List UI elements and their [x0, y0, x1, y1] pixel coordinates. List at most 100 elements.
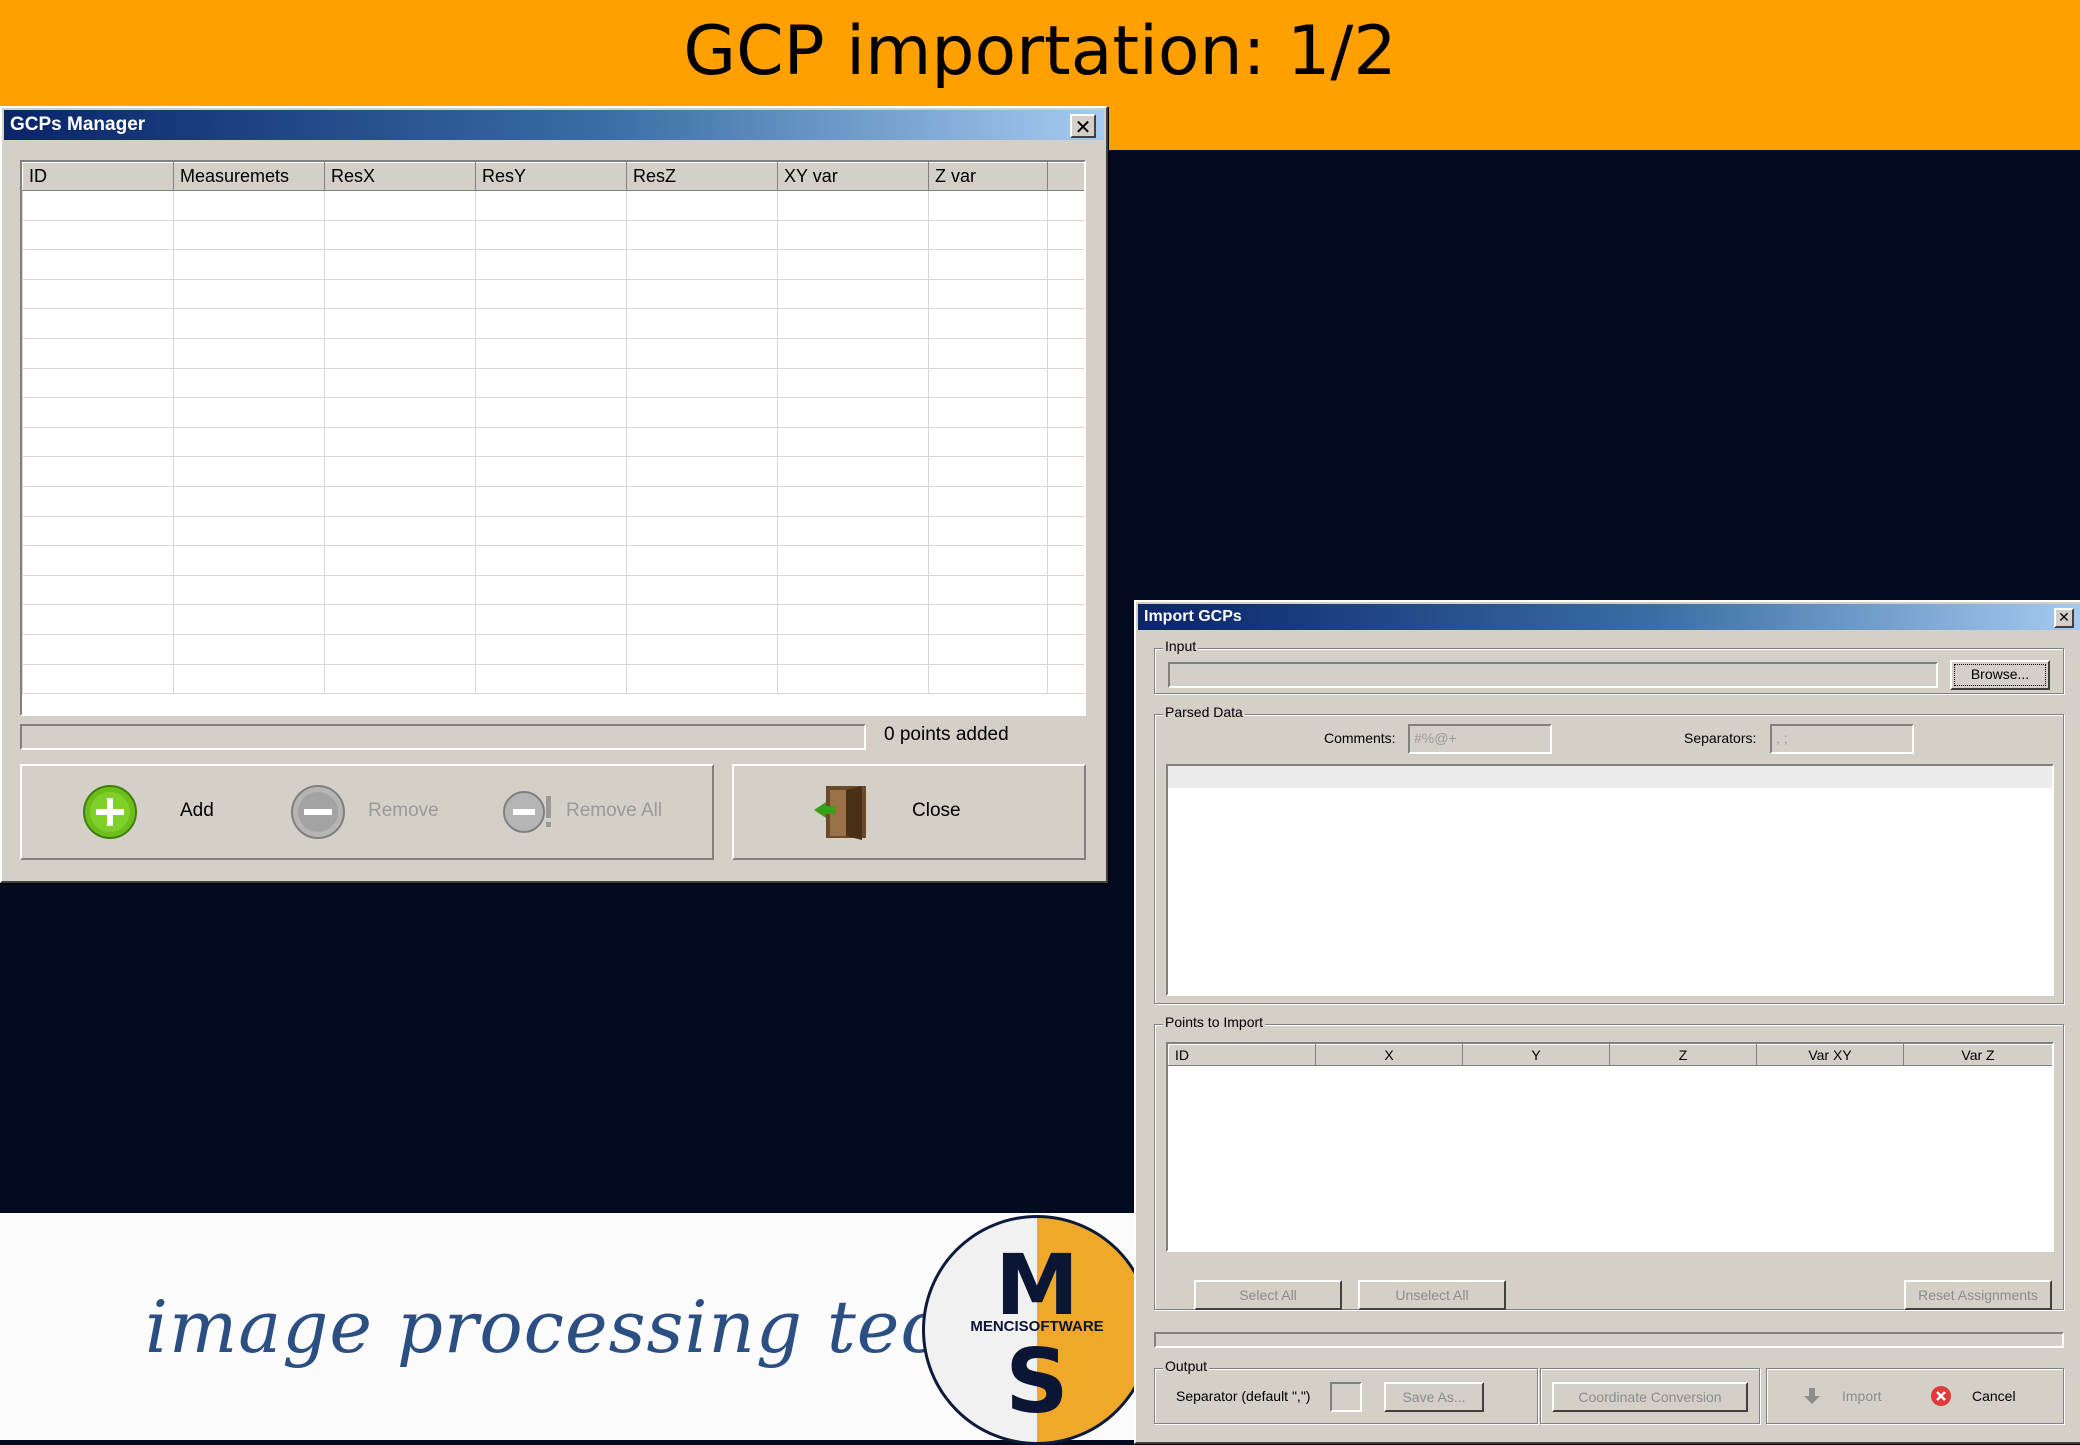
- table-cell[interactable]: [475, 574, 627, 606]
- table-cell[interactable]: [1047, 663, 1084, 695]
- table-cell[interactable]: [173, 190, 325, 221]
- table-cell[interactable]: [928, 249, 1048, 280]
- table-cell[interactable]: [173, 426, 325, 458]
- table-cell[interactable]: [324, 308, 476, 339]
- table-cell[interactable]: [928, 190, 1048, 221]
- table-cell[interactable]: [626, 515, 778, 547]
- table-row[interactable]: [22, 456, 1084, 487]
- table-cell[interactable]: [928, 337, 1048, 369]
- cancel-button[interactable]: Cancel: [1926, 1382, 2036, 1412]
- points-column-x[interactable]: X: [1315, 1044, 1463, 1066]
- table-cell[interactable]: [475, 604, 627, 635]
- table-cell[interactable]: [928, 367, 1048, 399]
- table-cell[interactable]: [173, 604, 325, 635]
- reset-assignments-button[interactable]: Reset Assignments: [1904, 1280, 2052, 1310]
- table-cell[interactable]: [324, 545, 476, 576]
- table-cell[interactable]: [1047, 456, 1084, 487]
- table-cell[interactable]: [173, 278, 325, 310]
- select-all-button[interactable]: Select All: [1194, 1280, 1342, 1310]
- table-cell[interactable]: [173, 397, 325, 428]
- table-cell[interactable]: [475, 663, 627, 695]
- points-column-var-xy[interactable]: Var XY: [1756, 1044, 1904, 1066]
- table-cell[interactable]: [626, 633, 778, 665]
- table-cell[interactable]: [22, 190, 174, 221]
- table-cell[interactable]: [777, 426, 929, 458]
- table-cell[interactable]: [475, 397, 627, 428]
- table-cell[interactable]: [777, 574, 929, 606]
- unselect-all-button[interactable]: Unselect All: [1358, 1280, 1506, 1310]
- points-table[interactable]: ID X Y Z Var XY Var Z: [1166, 1042, 2054, 1252]
- points-column-id[interactable]: ID: [1168, 1044, 1316, 1066]
- table-cell[interactable]: [324, 633, 476, 665]
- gcps-manager-titlebar[interactable]: GCPs Manager: [4, 110, 1104, 140]
- table-cell[interactable]: [324, 278, 476, 310]
- table-cell[interactable]: [1047, 219, 1084, 251]
- table-cell[interactable]: [324, 574, 476, 606]
- column-header-resy[interactable]: ResY: [475, 162, 627, 191]
- table-row[interactable]: [22, 308, 1084, 339]
- table-cell[interactable]: [475, 633, 627, 665]
- table-cell[interactable]: [324, 456, 476, 487]
- table-cell[interactable]: [22, 219, 174, 251]
- table-row[interactable]: [22, 278, 1084, 310]
- table-cell[interactable]: [928, 397, 1048, 428]
- table-cell[interactable]: [626, 397, 778, 428]
- table-cell[interactable]: [22, 367, 174, 399]
- table-cell[interactable]: [22, 545, 174, 576]
- table-cell[interactable]: [173, 545, 325, 576]
- column-header-z-var[interactable]: Z var: [928, 162, 1048, 191]
- table-cell[interactable]: [626, 367, 778, 399]
- table-cell[interactable]: [928, 604, 1048, 635]
- close-icon[interactable]: ✕: [1070, 114, 1096, 138]
- remove-all-button[interactable]: Remove All: [502, 782, 692, 842]
- table-cell[interactable]: [324, 249, 476, 280]
- table-cell[interactable]: [928, 219, 1048, 251]
- table-cell[interactable]: [173, 663, 325, 695]
- table-cell[interactable]: [324, 190, 476, 221]
- table-cell[interactable]: [1047, 367, 1084, 399]
- coordinate-conversion-button[interactable]: Coordinate Conversion: [1552, 1382, 1748, 1412]
- table-cell[interactable]: [324, 485, 476, 517]
- table-cell[interactable]: [324, 367, 476, 399]
- table-cell[interactable]: [1047, 574, 1084, 606]
- table-cell[interactable]: [475, 367, 627, 399]
- table-cell[interactable]: [22, 456, 174, 487]
- table-row[interactable]: [22, 367, 1084, 399]
- table-cell[interactable]: [324, 515, 476, 547]
- table-cell[interactable]: [22, 308, 174, 339]
- table-cell[interactable]: [928, 278, 1048, 310]
- table-row[interactable]: [22, 190, 1084, 221]
- table-cell[interactable]: [475, 515, 627, 547]
- table-cell[interactable]: [626, 337, 778, 369]
- comments-field[interactable]: #%@+: [1408, 724, 1552, 754]
- table-cell[interactable]: [475, 278, 627, 310]
- column-header-id[interactable]: ID: [22, 162, 174, 191]
- add-button[interactable]: Add: [82, 782, 242, 842]
- table-cell[interactable]: [1047, 278, 1084, 310]
- table-cell[interactable]: [777, 456, 929, 487]
- table-cell[interactable]: [626, 426, 778, 458]
- table-cell[interactable]: [1047, 515, 1084, 547]
- table-cell[interactable]: [626, 308, 778, 339]
- parsed-data-view[interactable]: [1166, 764, 2054, 996]
- gcp-table[interactable]: ID Measuremets ResX ResY ResZ XY var Z v…: [20, 160, 1086, 716]
- close-button[interactable]: Close: [732, 764, 1086, 860]
- table-cell[interactable]: [928, 426, 1048, 458]
- table-row[interactable]: [22, 545, 1084, 576]
- table-cell[interactable]: [173, 308, 325, 339]
- table-cell[interactable]: [626, 604, 778, 635]
- table-row[interactable]: [22, 604, 1084, 635]
- table-cell[interactable]: [777, 219, 929, 251]
- table-cell[interactable]: [928, 663, 1048, 695]
- table-cell[interactable]: [324, 397, 476, 428]
- table-cell[interactable]: [173, 456, 325, 487]
- table-cell[interactable]: [1047, 633, 1084, 665]
- table-cell[interactable]: [1047, 545, 1084, 576]
- table-cell[interactable]: [173, 515, 325, 547]
- table-cell[interactable]: [1047, 485, 1084, 517]
- table-cell[interactable]: [173, 337, 325, 369]
- table-cell[interactable]: [1047, 308, 1084, 339]
- table-cell[interactable]: [22, 663, 174, 695]
- table-cell[interactable]: [777, 367, 929, 399]
- save-as-button[interactable]: Save As...: [1384, 1382, 1484, 1412]
